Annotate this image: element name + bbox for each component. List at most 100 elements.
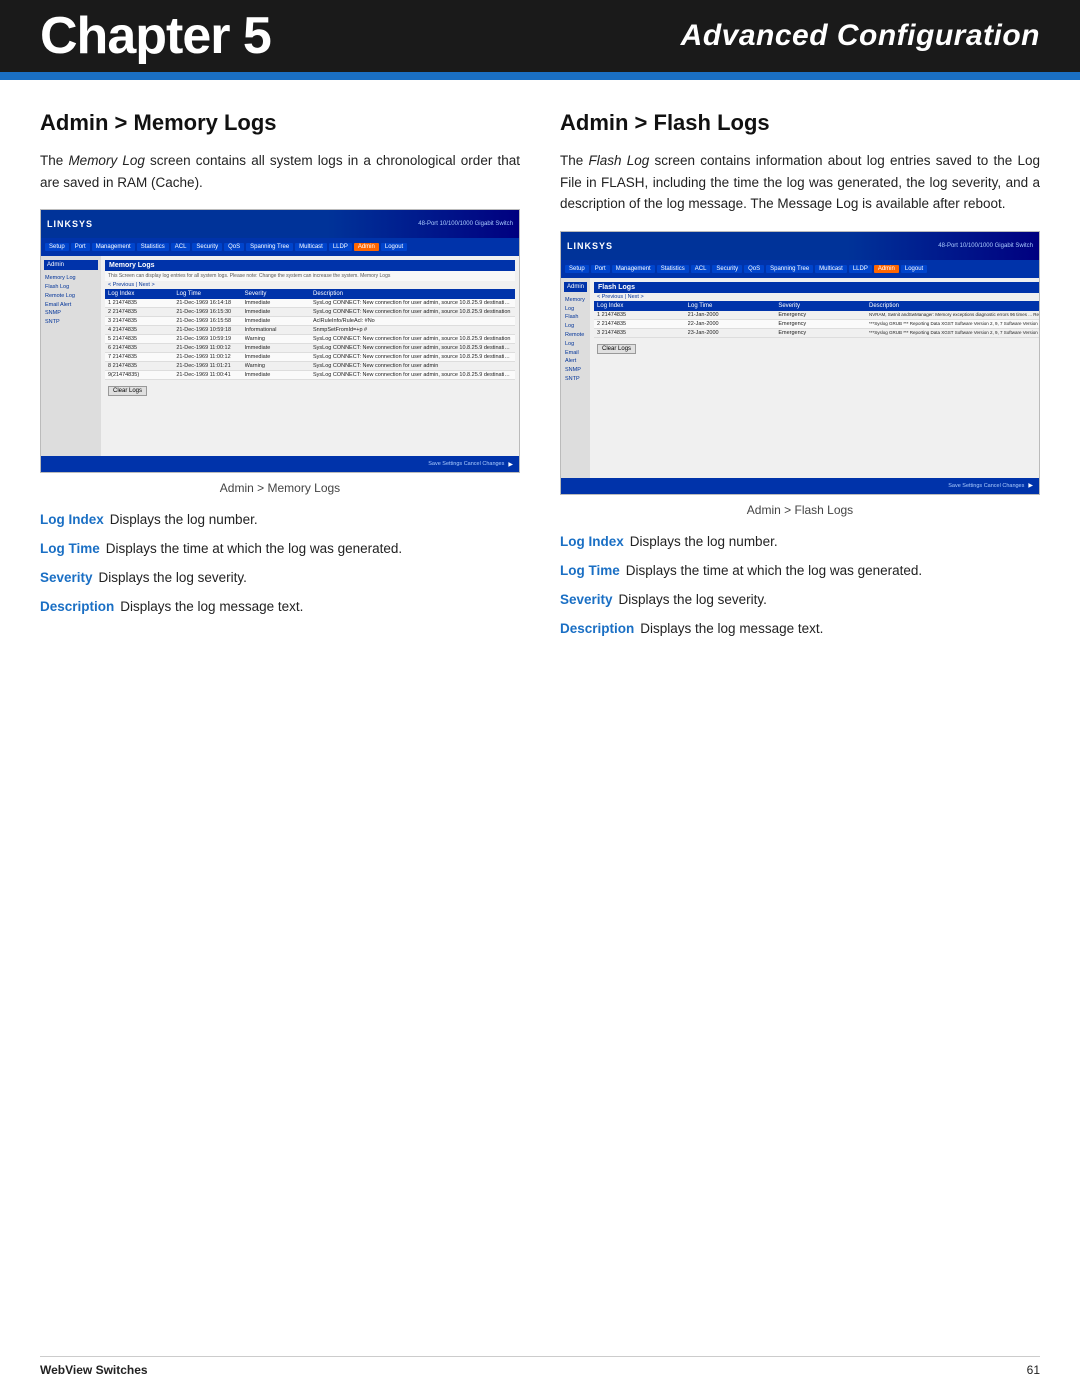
nav-qos-f[interactable]: QoS: [744, 265, 764, 273]
nav-stats-f[interactable]: Statistics: [657, 265, 689, 273]
nav-setup[interactable]: Setup: [45, 243, 69, 251]
flash-logs-title: Flash Logs: [594, 282, 1040, 293]
nav-security[interactable]: Security: [192, 243, 222, 251]
footer-save-flash[interactable]: Save Settings Cancel Changes: [948, 483, 1024, 489]
f-cell-index: 1 21474835: [597, 312, 686, 318]
nav-port[interactable]: Port: [71, 243, 90, 251]
nav-mgmt[interactable]: Management: [92, 243, 135, 251]
nav-setup-f[interactable]: Setup: [565, 265, 589, 273]
flash-logs-heading: Admin > Flash Logs: [560, 110, 1040, 136]
cell-time: 21-Dec-1969 11:00:12: [176, 345, 242, 351]
flash-log-time-text: Displays the time at which the log was g…: [626, 560, 922, 583]
nav-admin[interactable]: Admin: [354, 243, 379, 251]
nav-logout[interactable]: Logout: [381, 243, 407, 251]
cell-desc: AclRuleInfo/RuleAcl: #No: [313, 318, 512, 324]
chapter-label: Chapter 5: [40, 10, 271, 62]
cell-severity: Immediate: [245, 309, 311, 315]
nav-multicast[interactable]: Multicast: [295, 243, 327, 251]
flash-logs-section: Admin > Flash Logs The Flash Log screen …: [560, 110, 1040, 647]
footer-save[interactable]: Save Settings Cancel Changes: [428, 461, 504, 467]
nav-acl[interactable]: ACL: [171, 243, 191, 251]
f-cell-desc: ***Syslog GRUB *** Reporting Data XGST S…: [869, 321, 1040, 327]
col-description: Description: [313, 291, 512, 297]
linksys-product-flash: 48-Port 10/100/1000 Gigabit Switch: [938, 243, 1033, 249]
linksys-nav: Setup Port Management Statistics ACL Sec…: [41, 238, 519, 256]
flash-severity-text: Displays the log severity.: [619, 589, 767, 612]
cell-index: 4 21474835: [108, 327, 174, 333]
main-content: Admin > Memory Logs The Memory Log scree…: [0, 80, 1080, 707]
nav-port-f[interactable]: Port: [591, 265, 610, 273]
flash-log-time-desc: Log Time Displays the time at which the …: [560, 560, 1040, 583]
cell-severity: Informational: [245, 327, 311, 333]
cell-index: 3 21474835: [108, 318, 174, 324]
log-index-desc: Log Index Displays the log number.: [40, 509, 520, 532]
log-time-desc: Log Time Displays the time at which the …: [40, 538, 520, 561]
pagination-flash: < Previous | Next >: [594, 293, 1040, 301]
nav-logout-f[interactable]: Logout: [901, 265, 927, 273]
sidebar-links-flash: Memory Log Flash Log Remote Log Email Al…: [564, 295, 587, 385]
table-row: 9(21474835) 21-Dec-1969 11:00:41 Immedia…: [105, 371, 515, 380]
log-time-text: Displays the time at which the log was g…: [106, 538, 402, 561]
cell-index: 5 21474835: [108, 336, 174, 342]
cell-index: 1 21474835: [108, 300, 174, 306]
flash-clear-logs-container: Clear Logs: [594, 338, 1040, 357]
linksys-content-flash: Admin Memory Log Flash Log Remote Log Em…: [561, 278, 1039, 478]
flash-log-index-text: Displays the log number.: [630, 531, 778, 554]
nav-lldp-f[interactable]: LLDP: [849, 265, 872, 273]
nav-multicast-f[interactable]: Multicast: [815, 265, 847, 273]
cell-time: 21-Dec-1969 11:00:41: [176, 372, 242, 378]
linksys-logo-flash: LINKSYS: [567, 241, 613, 251]
col-log-time: Log Time: [176, 291, 242, 297]
nav-admin-f[interactable]: Admin: [874, 265, 899, 273]
f-cell-severity: Emergency: [778, 312, 867, 318]
flash-logs-description: The Flash Log screen contains informatio…: [560, 150, 1040, 215]
nav-qos[interactable]: QoS: [224, 243, 244, 251]
f-cell-index: 2 21474835: [597, 321, 686, 327]
nav-spanning-f[interactable]: Spanning Tree: [766, 265, 813, 273]
log-time-label: Log Time: [40, 538, 100, 561]
f-cell-desc: NVRAM, SwInit andSwManager: Memory excep…: [869, 312, 1040, 318]
nav-security-f[interactable]: Security: [712, 265, 742, 273]
f-col-time: Log Time: [688, 303, 777, 309]
memory-logs-desc-ui: This Screen can display log entries for …: [105, 271, 515, 281]
cell-desc: SysLog CONNECT: New connection for user …: [313, 336, 512, 342]
cell-severity: Immediate: [245, 345, 311, 351]
memory-logs-title: Memory Logs: [105, 260, 515, 271]
cell-index: 7 21474835: [108, 354, 174, 360]
linksys-product: 48-Port 10/100/1000 Gigabit Switch: [418, 221, 513, 227]
table-header: Log Index Log Time Severity Description: [105, 289, 515, 299]
sidebar-links: Memory Log Flash Log Remote Log Email Al…: [44, 273, 98, 328]
cell-severity: Immediate: [245, 318, 311, 324]
flash-table-row: 3 21474835 23-Jan-2000 Emergency ***Sysl…: [594, 329, 1040, 338]
linksys-main: Memory Logs This Screen can display log …: [101, 256, 519, 456]
flash-table-header: Log Index Log Time Severity Description: [594, 301, 1040, 311]
cell-index: 8 21474835: [108, 363, 174, 369]
cell-desc: SysLog CONNECT: New connection for user …: [313, 300, 512, 306]
cell-severity: Immediate: [245, 354, 311, 360]
flash-log-time-label: Log Time: [560, 560, 620, 583]
cell-desc: SysLog CONNECT: New connection for user …: [313, 354, 512, 360]
nav-lldp[interactable]: LLDP: [329, 243, 352, 251]
memory-logs-caption: Admin > Memory Logs: [40, 481, 520, 495]
footer-brand: WebView Switches: [40, 1363, 148, 1377]
linksys-logo: LINKSYS: [47, 219, 93, 229]
memory-logs-screenshot: LINKSYS 48-Port 10/100/1000 Gigabit Swit…: [40, 209, 520, 473]
memory-logs-description: The Memory Log screen contains all syste…: [40, 150, 520, 193]
nav-spanning[interactable]: Spanning Tree: [246, 243, 293, 251]
table-row: 7 21474835 21-Dec-1969 11:00:12 Immediat…: [105, 353, 515, 362]
flash-description-label: Description: [560, 618, 634, 641]
nav-mgmt-f[interactable]: Management: [612, 265, 655, 273]
flash-logs-caption: Admin > Flash Logs: [560, 503, 1040, 517]
flash-severity-label: Severity: [560, 589, 613, 612]
linksys-nav-flash: Setup Port Management Statistics ACL Sec…: [561, 260, 1039, 278]
nav-stats[interactable]: Statistics: [137, 243, 169, 251]
description-label: Description: [40, 596, 114, 619]
linksys-sidebar: Admin Memory Log Flash Log Remote Log Em…: [41, 256, 101, 456]
cell-time: 21-Dec-1969 11:01:21: [176, 363, 242, 369]
clear-logs-button[interactable]: Clear Logs: [108, 386, 147, 396]
nav-acl-f[interactable]: ACL: [691, 265, 711, 273]
flash-log-index-label: Log Index: [560, 531, 624, 554]
log-index-text: Displays the log number.: [110, 509, 258, 532]
cell-desc: SysLog CONNECT: New connection for user …: [313, 363, 512, 369]
flash-clear-logs-button[interactable]: Clear Logs: [597, 344, 636, 354]
